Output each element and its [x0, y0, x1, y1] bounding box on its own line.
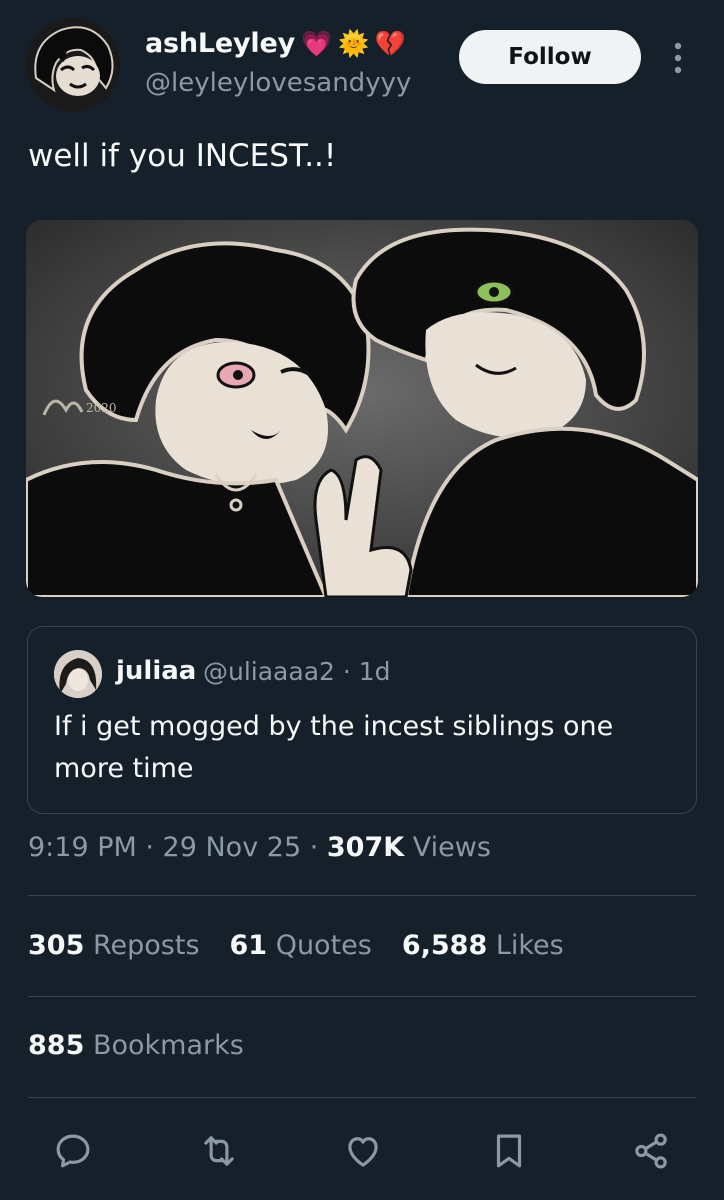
sun-emoji-icon: 🌞	[337, 29, 369, 58]
author-avatar[interactable]	[26, 18, 120, 112]
repost-icon[interactable]	[196, 1128, 242, 1174]
bookmarks-stat[interactable]: 885 Bookmarks	[28, 1030, 244, 1061]
divider	[28, 996, 696, 997]
tweet-time[interactable]: 9:19 PM	[28, 832, 137, 863]
follow-button[interactable]: Follow	[459, 30, 641, 84]
more-options-icon[interactable]	[664, 40, 692, 76]
bookmark-icon[interactable]	[486, 1128, 532, 1174]
share-icon[interactable]	[628, 1128, 674, 1174]
divider	[28, 1097, 696, 1098]
broken-heart-emoji-icon: 💔	[374, 29, 406, 58]
likes-label: Likes	[495, 930, 564, 961]
reposts-count: 305	[28, 930, 85, 961]
bookmarks-count: 885	[28, 1030, 85, 1061]
meta-separator: ·	[301, 832, 327, 863]
tweet-text: well if you INCEST..!	[28, 138, 337, 174]
display-name-text: ashLeyley	[145, 28, 295, 59]
likes-count: 6,588	[401, 930, 488, 961]
quotes-stat[interactable]: 61 Quotes	[230, 930, 372, 961]
engagement-stats: 305 Reposts 61 Quotes 6,588 Likes	[28, 930, 564, 961]
divider	[28, 895, 696, 896]
artist-signature: 2020	[86, 401, 117, 415]
author-handle[interactable]: @leyleylovesandyyy	[145, 68, 411, 98]
meta-separator: ·	[136, 832, 163, 863]
quoted-tweet-text: If i get mogged by the incest siblings o…	[54, 711, 614, 784]
quoted-author-avatar[interactable]	[54, 650, 102, 698]
reposts-stat[interactable]: 305 Reposts	[28, 930, 200, 961]
tweet-image[interactable]: 2020	[26, 220, 698, 597]
quoted-author-handle: @uliaaaa2 · 1d	[203, 657, 391, 686]
views-count: 307K	[326, 832, 405, 863]
bookmarks-label: Bookmarks	[92, 1030, 244, 1061]
quotes-label: Quotes	[275, 930, 372, 961]
likes-stat[interactable]: 6,588 Likes	[402, 930, 564, 961]
views-label: Views	[404, 832, 491, 863]
author-display-name[interactable]: ashLeyley 💗 🌞 💔	[145, 28, 406, 59]
reposts-label: Reposts	[92, 930, 200, 961]
tweet-date[interactable]: 29 Nov 25	[163, 832, 302, 863]
tweet-meta: 9:19 PM · 29 Nov 25 · 307K Views	[28, 832, 491, 863]
quoted-author-name: juliaa	[116, 656, 197, 686]
like-icon[interactable]	[340, 1128, 386, 1174]
reply-icon[interactable]	[50, 1128, 96, 1174]
quotes-count: 61	[229, 930, 268, 961]
heart-emoji-icon: 💗	[301, 29, 332, 58]
